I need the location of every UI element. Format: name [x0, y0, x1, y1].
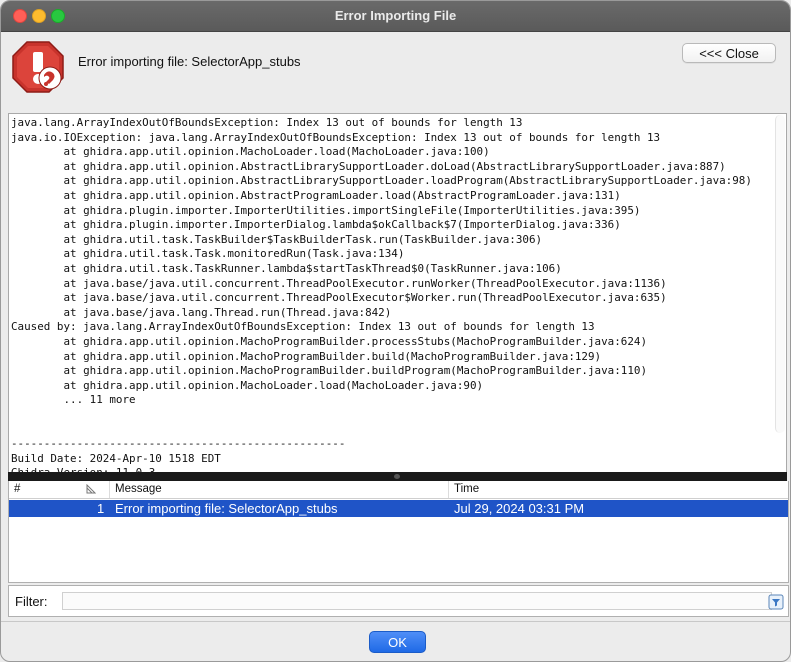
row-message: Error importing file: SelectorApp_stubs: [115, 501, 338, 516]
filter-options-icon: [768, 594, 784, 610]
column-header-message[interactable]: Message: [115, 483, 162, 495]
column-header-time[interactable]: Time: [454, 483, 479, 495]
column-separator[interactable]: [109, 481, 110, 498]
split-pane-divider[interactable]: [8, 472, 787, 481]
dialog-header: Error importing file: SelectorApp_stubs …: [1, 32, 790, 110]
stack-trace-pane[interactable]: java.lang.ArrayIndexOutOfBoundsException…: [8, 113, 787, 473]
footer-separator: [1, 621, 790, 622]
sort-triangle-icon[interactable]: [86, 484, 96, 494]
trace-scrollbar[interactable]: [775, 115, 785, 433]
error-dialog: Error Importing File Error importing fil…: [0, 0, 791, 662]
ok-button[interactable]: OK: [369, 631, 426, 653]
stack-trace-text: java.lang.ArrayIndexOutOfBoundsException…: [11, 116, 752, 473]
column-header-number[interactable]: #: [14, 483, 20, 495]
filter-options-button[interactable]: [768, 594, 784, 610]
row-time: Jul 29, 2024 03:31 PM: [454, 501, 585, 516]
window-title: Error Importing File: [334, 8, 457, 23]
message-table: # Message Time 1 Error importing file: S…: [8, 481, 789, 583]
divider-grip-icon: [394, 474, 400, 479]
filter-label: Filter:: [15, 594, 48, 609]
table-header: # Message Time: [9, 481, 788, 499]
table-row[interactable]: 1 Error importing file: SelectorApp_stub…: [9, 500, 788, 517]
filter-input[interactable]: [62, 592, 772, 610]
column-separator[interactable]: [448, 481, 449, 498]
close-details-button[interactable]: <<< Close: [682, 43, 776, 63]
header-message: Error importing file: SelectorApp_stubs: [78, 54, 301, 69]
filter-bar: Filter:: [8, 585, 789, 617]
title-bar[interactable]: Error Importing File: [1, 1, 790, 32]
row-number: 1: [97, 501, 105, 516]
error-sign-icon: [12, 41, 64, 93]
